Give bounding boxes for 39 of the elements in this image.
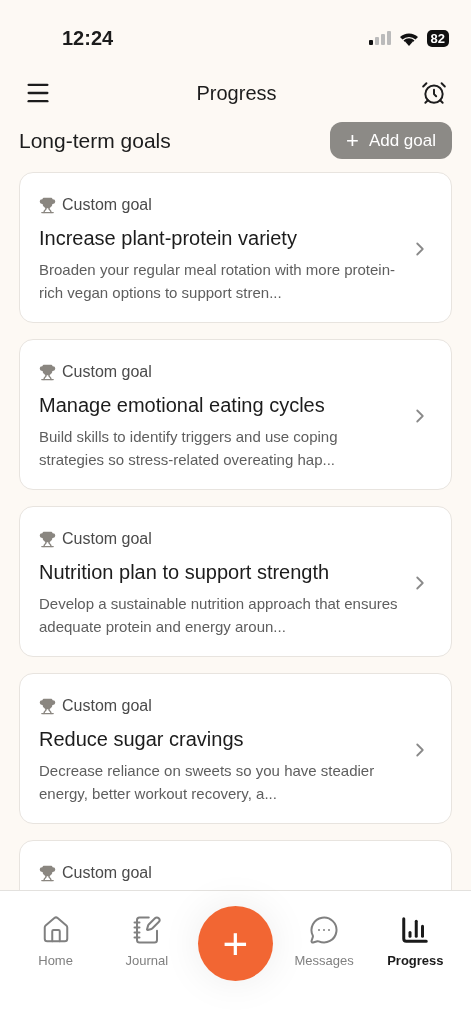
goal-kicker: Custom goal	[62, 696, 152, 716]
goal-description: Build skills to identify triggers and use coping strategies so stress-related overeating hap...	[39, 427, 339, 470]
plus-icon: +	[346, 129, 359, 152]
signal-icon	[368, 31, 391, 45]
nav-tab[interactable]: Progress	[375, 915, 456, 971]
journal-icon	[131, 915, 162, 945]
trophy-icon	[39, 196, 56, 214]
trophy-icon	[39, 864, 56, 882]
goal-title: Manage emotional eating cycles	[39, 393, 326, 418]
trophy-icon	[39, 530, 56, 548]
goal-description: Decrease reliance on sweets so you have steadier energy, better workout recovery, a...	[39, 761, 376, 804]
page-title: Progress	[196, 81, 277, 106]
section-title: Long-term goals	[19, 127, 171, 154]
trophy-icon	[39, 363, 56, 381]
nav-tab[interactable]: Journal	[106, 915, 187, 971]
messages-icon	[309, 915, 340, 945]
alarm-clock-button[interactable]	[421, 80, 447, 106]
goal-card[interactable]: Custom goal Nutrition plan to support strength Develop a sustainable nutrition approach that ensures adequate protein and energy aroun...	[19, 506, 452, 657]
goal-card[interactable]: Custom goal	[19, 840, 452, 890]
goal-card[interactable]: Custom goal Increase plant-protein variety Broaden your regular meal rotation with more protein-rich vegan options to support stren...	[19, 172, 452, 323]
nav-tab[interactable]: Home	[15, 915, 96, 971]
goal-card[interactable]: Custom goal Reduce sugar cravings Decrease reliance on sweets so you have steadier energy, better workout recovery, a...	[19, 673, 452, 824]
wifi-icon	[398, 30, 419, 46]
goal-title: Nutrition plan to support strength	[39, 560, 331, 585]
goal-card[interactable]: Custom goal Manage emotional eating cycles Build skills to identify triggers and use coping strategies so stress-related overeating hap...	[19, 339, 452, 490]
goal-kicker: Custom goal	[62, 863, 152, 883]
add-goal-label: Add goal	[368, 129, 436, 152]
goal-title: Increase plant-protein variety	[39, 226, 298, 251]
nav-tab[interactable]: Messages	[284, 915, 365, 971]
status-time: 12:24	[62, 26, 114, 51]
goal-description: Broaden your regular meal rotation with more protein-rich vegan options to support stren...	[39, 260, 396, 303]
trophy-icon	[39, 697, 56, 715]
goal-kicker: Custom goal	[62, 529, 152, 549]
battery-indicator: 82	[426, 29, 449, 47]
goal-kicker: Custom goal	[62, 362, 152, 382]
progress-icon	[400, 915, 431, 945]
goal-description: Develop a sustainable nutrition approach that ensures adequate protein and energy aroun...	[39, 594, 399, 637]
goal-title: Reduce sugar cravings	[39, 727, 245, 752]
goal-kicker: Custom goal	[62, 195, 152, 215]
